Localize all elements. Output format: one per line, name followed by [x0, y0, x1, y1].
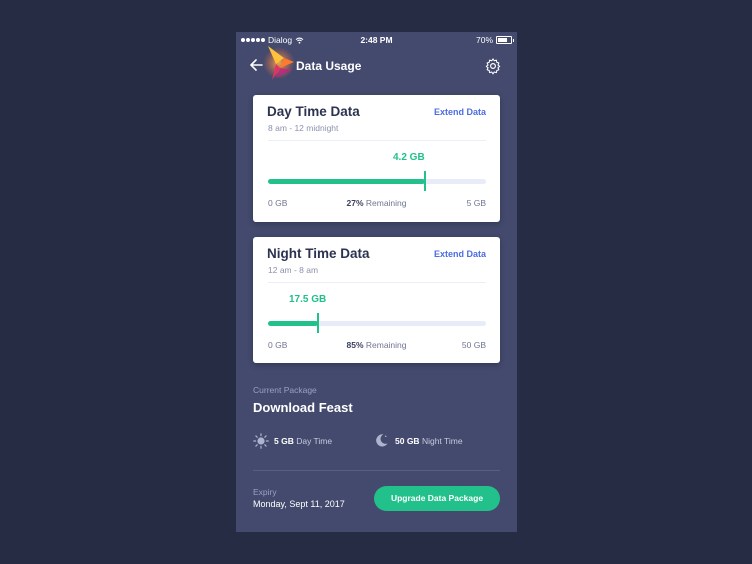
- package-name: Download Feast: [253, 400, 353, 415]
- night-allowance: 50 GB Night Time: [395, 436, 463, 446]
- day-usage-track: [268, 171, 486, 191]
- day-usage-marker: [424, 171, 426, 191]
- day-extend-data-link[interactable]: Extend Data: [434, 107, 486, 117]
- moon-icon: [376, 434, 388, 447]
- day-card-divider: [268, 140, 486, 141]
- back-arrow-icon[interactable]: [248, 57, 264, 73]
- battery-icon: [496, 36, 514, 44]
- expiry-label: Expiry: [253, 487, 277, 497]
- settings-gear-icon[interactable]: [484, 57, 502, 75]
- day-card-title: Day Time Data: [267, 104, 360, 119]
- day-card-hours: 8 am - 12 midnight: [268, 123, 339, 133]
- night-usage-fill: [268, 321, 318, 326]
- day-allowance-amount: 5 GB: [274, 436, 294, 446]
- night-used-amount: 17.5 GB: [289, 294, 327, 305]
- expiry-date: Monday, Sept 11, 2017: [253, 499, 345, 509]
- current-package-label: Current Package: [253, 385, 317, 395]
- night-max-label: 50 GB: [461, 340, 486, 350]
- day-allowance-text: Day Time: [296, 436, 333, 446]
- sun-icon: [253, 433, 269, 449]
- day-allowance: 5 GB Day Time: [274, 436, 332, 446]
- section-divider: [253, 470, 500, 471]
- night-card-hours: 12 am - 8 am: [268, 265, 319, 275]
- night-remaining-word: Remaining: [365, 340, 407, 350]
- night-allowance-amount: 50 GB: [395, 436, 420, 446]
- night-card-title: Night Time Data: [267, 246, 370, 261]
- day-data-card: Day Time Data 8 am - 12 midnight Extend …: [253, 95, 500, 222]
- battery-percent: 70%: [475, 35, 493, 45]
- day-remaining-word: Remaining: [365, 198, 407, 208]
- day-max-label: 5 GB: [466, 198, 486, 208]
- upgrade-data-package-button[interactable]: Upgrade Data Package: [374, 486, 500, 511]
- page-title: Data Usage: [296, 59, 362, 73]
- day-used-amount: 4.2 GB: [393, 152, 425, 163]
- day-remaining-percent: 27%: [346, 198, 364, 208]
- night-data-card: Night Time Data 12 am - 8 am Extend Data…: [253, 237, 500, 363]
- night-card-divider: [268, 282, 486, 283]
- night-allowance-text: Night Time: [421, 436, 463, 446]
- night-usage-marker: [317, 313, 319, 333]
- night-remaining-percent: 85%: [346, 340, 364, 350]
- day-usage-fill: [268, 179, 425, 184]
- night-extend-data-link[interactable]: Extend Data: [434, 249, 486, 259]
- phone-screen: Dialog 2:48 PM 70% Data Usage Day Time D…: [236, 32, 517, 532]
- app-header: Data Usage: [236, 52, 517, 80]
- day-remaining: 27% Remaining: [253, 198, 500, 208]
- night-usage-track: [268, 313, 486, 333]
